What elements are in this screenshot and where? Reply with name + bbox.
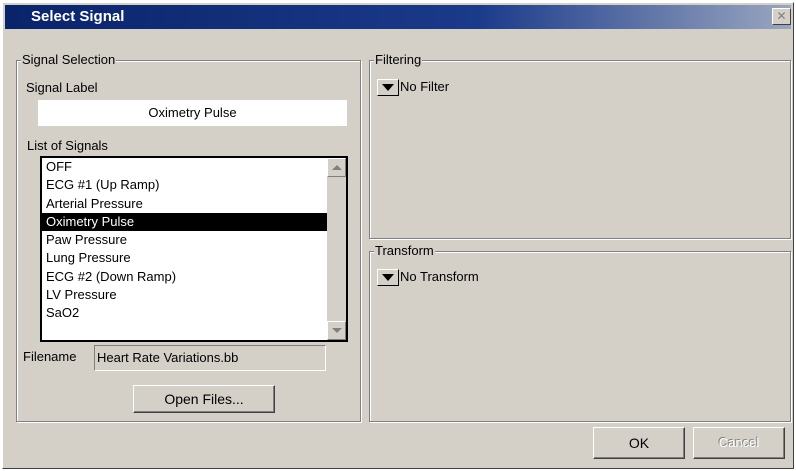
transform-label: Transform [374,243,435,258]
signals-scrollbar[interactable] [327,158,346,340]
open-files-button[interactable]: Open Files... [133,385,275,413]
list-of-signals-caption: List of Signals [27,138,108,153]
signals-listbox[interactable]: OFF ECG #1 (Up Ramp) Arterial Pressure O… [40,156,348,342]
ok-button[interactable]: OK [593,427,685,459]
window-title: Select Signal [31,8,125,25]
list-item[interactable]: SaO2 [42,304,327,322]
list-item[interactable]: Paw Pressure [42,231,327,249]
list-item[interactable]: LV Pressure [42,286,327,304]
scroll-up-button[interactable] [327,158,346,177]
cancel-label: Cancel [718,435,760,450]
signal-label-caption: Signal Label [26,80,98,95]
signal-label-field[interactable]: Oximetry Pulse [38,100,347,126]
signals-list: OFF ECG #1 (Up Ramp) Arterial Pressure O… [42,158,327,323]
scroll-down-icon [332,328,342,333]
list-item[interactable]: Arterial Pressure [42,195,327,213]
list-item[interactable]: Lung Pressure [42,249,327,267]
filename-caption: Filename [23,349,77,364]
signal-label-value: Oximetry Pulse [148,105,237,120]
list-item[interactable]: ECG #2 (Down Ramp) [42,268,327,286]
dialog-window: Select Signal ✕ Signal Selection Signal … [2,2,794,469]
transform-dropdown-button[interactable] [377,269,399,286]
scroll-up-icon [332,165,342,170]
filename-field[interactable]: Heart Rate Variations.bb [94,345,326,371]
filtering-label: Filtering [374,52,423,67]
ok-label: OK [628,435,650,451]
transform-value: No Transform [400,269,479,284]
list-item-selected[interactable]: Oximetry Pulse [42,212,327,232]
close-button[interactable]: ✕ [772,8,791,25]
filter-value: No Filter [400,79,450,94]
filter-dropdown-button[interactable] [377,79,399,96]
close-icon: ✕ [776,9,787,23]
triangle-down-icon [382,274,394,281]
list-item[interactable]: OFF [42,158,327,176]
title-bar: Select Signal ✕ [5,5,791,29]
signal-selection-label: Signal Selection [21,52,117,67]
list-item[interactable]: ECG #1 (Up Ramp) [42,176,327,194]
triangle-down-icon [382,84,394,91]
filename-value: Heart Rate Variations.bb [97,350,239,365]
cancel-button[interactable]: Cancel [693,427,785,459]
open-files-label: Open Files... [164,391,244,407]
scroll-down-button[interactable] [327,321,346,340]
